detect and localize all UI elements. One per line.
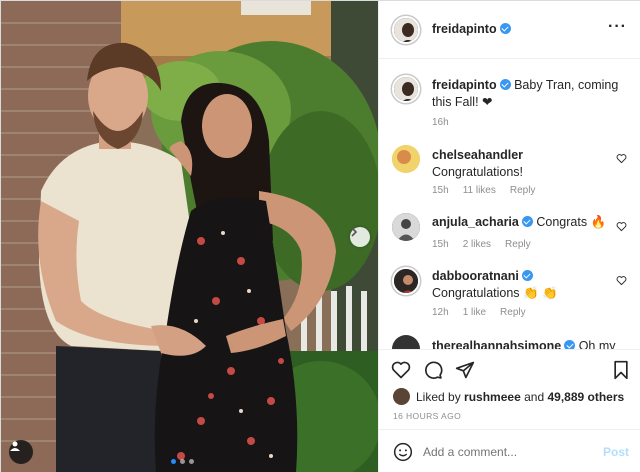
add-comment-bar: Post <box>379 429 640 472</box>
comment-avatar-image <box>394 269 418 293</box>
couple-photo-illustration <box>1 1 378 472</box>
comment-meta: 15h 11 likes Reply <box>432 185 535 196</box>
comment-text: chelseahandler Congratulations! <box>432 147 632 181</box>
comment-username[interactable]: therealhannahsimone <box>432 339 561 349</box>
author-avatar-image <box>394 18 418 42</box>
tagged-users-button[interactable] <box>9 440 33 464</box>
post-comment-button[interactable]: Post <box>603 445 629 459</box>
instagram-post: freidapinto ··· freidapinto Baby Tran, c… <box>0 0 640 472</box>
like-comment-heart-icon[interactable] <box>616 153 627 164</box>
comment-avatar-image <box>392 145 420 173</box>
comment-likes[interactable]: 2 likes <box>463 239 491 250</box>
liker-avatar[interactable] <box>393 388 410 405</box>
liked-by-and: and <box>524 389 545 404</box>
liked-by-others[interactable]: 49,889 others <box>547 390 624 404</box>
carousel-dot <box>171 459 176 464</box>
save-bookmark-icon[interactable] <box>611 360 631 380</box>
caption-text: freidapinto Baby Tran, coming this Fall!… <box>432 77 632 111</box>
like-heart-icon[interactable] <box>391 360 411 380</box>
comment-text: anjula_acharia Congrats 🔥 <box>432 214 632 231</box>
comment-likes[interactable]: 1 like <box>463 307 486 318</box>
post-timestamp[interactable]: 16 HOURS AGO <box>393 411 461 421</box>
comment-text: dabbooratnani Congratulations 👏 👏 <box>432 268 632 302</box>
comment-text: therealhannahsimone Oh my <box>432 338 632 349</box>
caption-avatar[interactable] <box>392 75 420 103</box>
comment-likes[interactable]: 11 likes <box>463 185 496 196</box>
verified-badge-icon <box>499 23 511 34</box>
comment-avatar[interactable] <box>392 335 420 349</box>
caption-meta: 16h <box>432 117 449 128</box>
comments-list: freidapinto Baby Tran, coming this Fall!… <box>379 59 640 349</box>
likes-summary: Liked by rushmeee and 49,889 others <box>393 388 624 405</box>
author-username[interactable]: freidapinto <box>432 22 511 36</box>
comment-meta: 15h 2 likes Reply <box>432 239 531 250</box>
comment-body: Congratulations 👏 👏 <box>432 286 558 300</box>
comment-body: Congrats 🔥 <box>536 215 607 229</box>
comment-time[interactable]: 12h <box>432 307 449 318</box>
comment-reply[interactable]: Reply <box>500 307 526 318</box>
comment-time[interactable]: 15h <box>432 185 449 196</box>
next-photo-button[interactable] <box>350 227 370 247</box>
comment-body: Congratulations! <box>432 165 524 179</box>
comment-avatar[interactable] <box>392 213 420 241</box>
more-options-icon[interactable]: ··· <box>608 19 627 35</box>
carousel-dot <box>189 459 194 464</box>
emoji-icon[interactable] <box>393 442 413 462</box>
verified-badge-icon <box>499 79 511 90</box>
post-header: freidapinto ··· <box>379 1 640 59</box>
user-tag-icon <box>10 441 20 451</box>
post-photo[interactable] <box>1 1 378 472</box>
comment-avatar-image <box>392 213 420 241</box>
comment-body: Oh my <box>578 339 616 349</box>
verified-badge-icon <box>521 270 533 281</box>
post-actions: Liked by rushmeee and 49,889 others 16 H… <box>379 349 640 439</box>
verified-badge-icon <box>564 340 576 349</box>
author-username-text[interactable]: freidapinto <box>432 22 497 36</box>
comment-input[interactable] <box>423 445 593 459</box>
comment-reply[interactable]: Reply <box>510 185 536 196</box>
comment-meta: 12h 1 like Reply <box>432 307 526 318</box>
carousel-dot <box>180 459 185 464</box>
verified-badge-icon <box>521 216 533 227</box>
chevron-right-icon <box>351 227 358 237</box>
comment-bubble-icon[interactable] <box>423 360 443 380</box>
like-comment-heart-icon[interactable] <box>616 275 627 286</box>
caption-time[interactable]: 16h <box>432 117 449 128</box>
post-details-panel: freidapinto ··· freidapinto Baby Tran, c… <box>378 1 640 472</box>
comment-avatar[interactable] <box>392 267 420 295</box>
caption-avatar-image <box>394 77 418 101</box>
caption-username[interactable]: freidapinto <box>432 78 497 92</box>
comment-username[interactable]: dabbooratnani <box>432 269 519 283</box>
liked-by-user[interactable]: rushmeee <box>464 390 521 404</box>
comment-time[interactable]: 15h <box>432 239 449 250</box>
share-paper-plane-icon[interactable] <box>455 360 475 380</box>
comment-avatar[interactable] <box>392 145 420 173</box>
liked-by-prefix: Liked by <box>416 389 461 404</box>
comment-username[interactable]: anjula_acharia <box>432 215 519 229</box>
comment-reply[interactable]: Reply <box>505 239 531 250</box>
author-avatar[interactable] <box>392 16 420 44</box>
comment-username[interactable]: chelseahandler <box>432 148 523 162</box>
like-comment-heart-icon[interactable] <box>616 221 627 232</box>
carousel-indicator <box>171 459 194 464</box>
